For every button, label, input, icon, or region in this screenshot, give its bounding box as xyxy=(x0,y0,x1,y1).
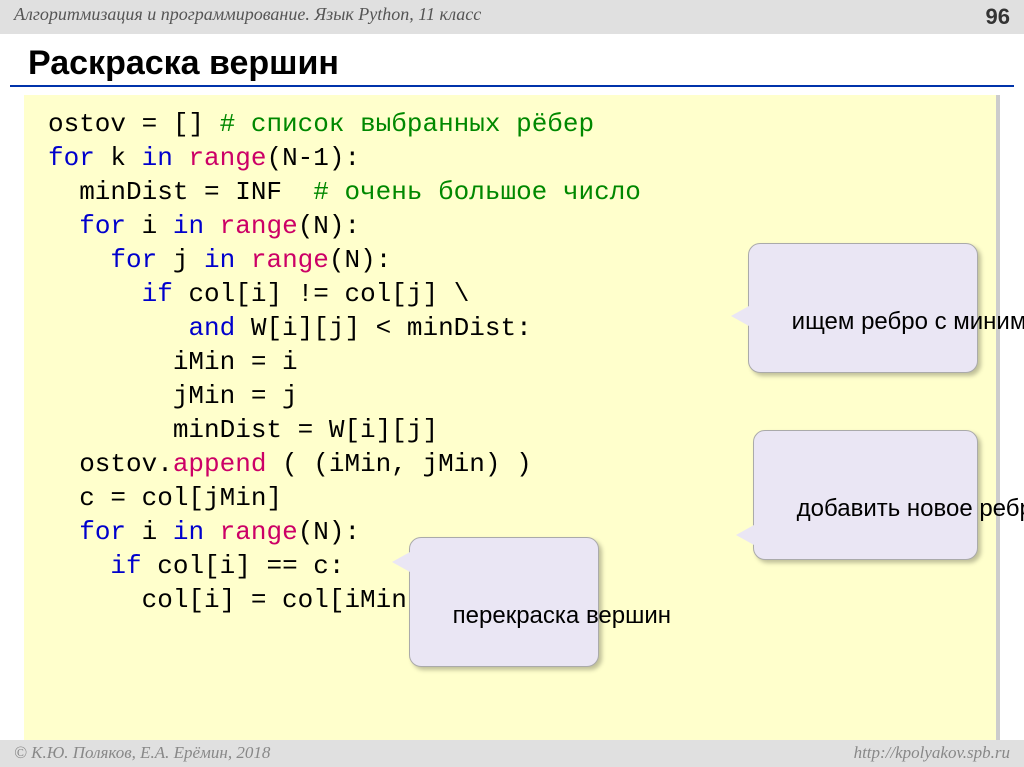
footer-url: http://kpolyakov.spb.ru xyxy=(854,743,1010,763)
callout-text: ищем ребро с минимальным весом xyxy=(792,308,1024,335)
code-line-02: for k in range(N-1): xyxy=(48,143,360,173)
code-line-14: if col[i] == c: xyxy=(48,551,344,581)
code-line-05: for j in range(N): xyxy=(48,245,391,275)
callout-text: перекраска вершин xyxy=(453,602,671,629)
code-line-08: iMin = i xyxy=(48,347,298,377)
code-line-03: minDist = INF # очень большое число xyxy=(48,177,641,207)
callout-pointer-icon xyxy=(736,525,754,545)
code-line-01: ostov = [] # список выбранных рёбер xyxy=(48,109,594,139)
code-line-12: c = col[jMin] xyxy=(48,483,282,513)
callout-pointer-icon xyxy=(392,552,410,572)
callout-find-min-edge: ищем ребро с минимальным весом xyxy=(748,243,978,373)
code-line-10: minDist = W[i][j] xyxy=(48,415,438,445)
header-bar: Алгоритмизация и программирование. Язык … xyxy=(0,0,1024,34)
code-line-07: and W[i][j] < minDist: xyxy=(48,313,532,343)
code-line-04: for i in range(N): xyxy=(48,211,360,241)
callout-text: добавить новое ребро xyxy=(797,495,1024,522)
code-line-15: col[i] = col[iMin] xyxy=(48,585,422,615)
footer-copyright: © К.Ю. Поляков, Е.А. Ерёмин, 2018 xyxy=(14,743,270,763)
page-number: 96 xyxy=(986,4,1010,30)
title-underline xyxy=(10,85,1014,87)
code-line-09: jMin = j xyxy=(48,381,298,411)
callout-recolor: перекраска вершин xyxy=(409,537,599,667)
callout-pointer-icon xyxy=(731,306,749,326)
callout-add-edge: добавить новое ребро xyxy=(753,430,978,560)
footer-bar: © К.Ю. Поляков, Е.А. Ерёмин, 2018 http:/… xyxy=(0,740,1024,767)
code-block: ostov = [] # список выбранных рёбер for … xyxy=(24,95,1000,767)
code-line-13: for i in range(N): xyxy=(48,517,360,547)
page-title: Раскраска вершин xyxy=(0,34,1024,85)
course-title: Алгоритмизация и программирование. Язык … xyxy=(14,4,481,30)
code-line-06: if col[i] != col[j] \ xyxy=(48,279,469,309)
code-line-11: ostov.append ( (iMin, jMin) ) xyxy=(48,449,532,479)
